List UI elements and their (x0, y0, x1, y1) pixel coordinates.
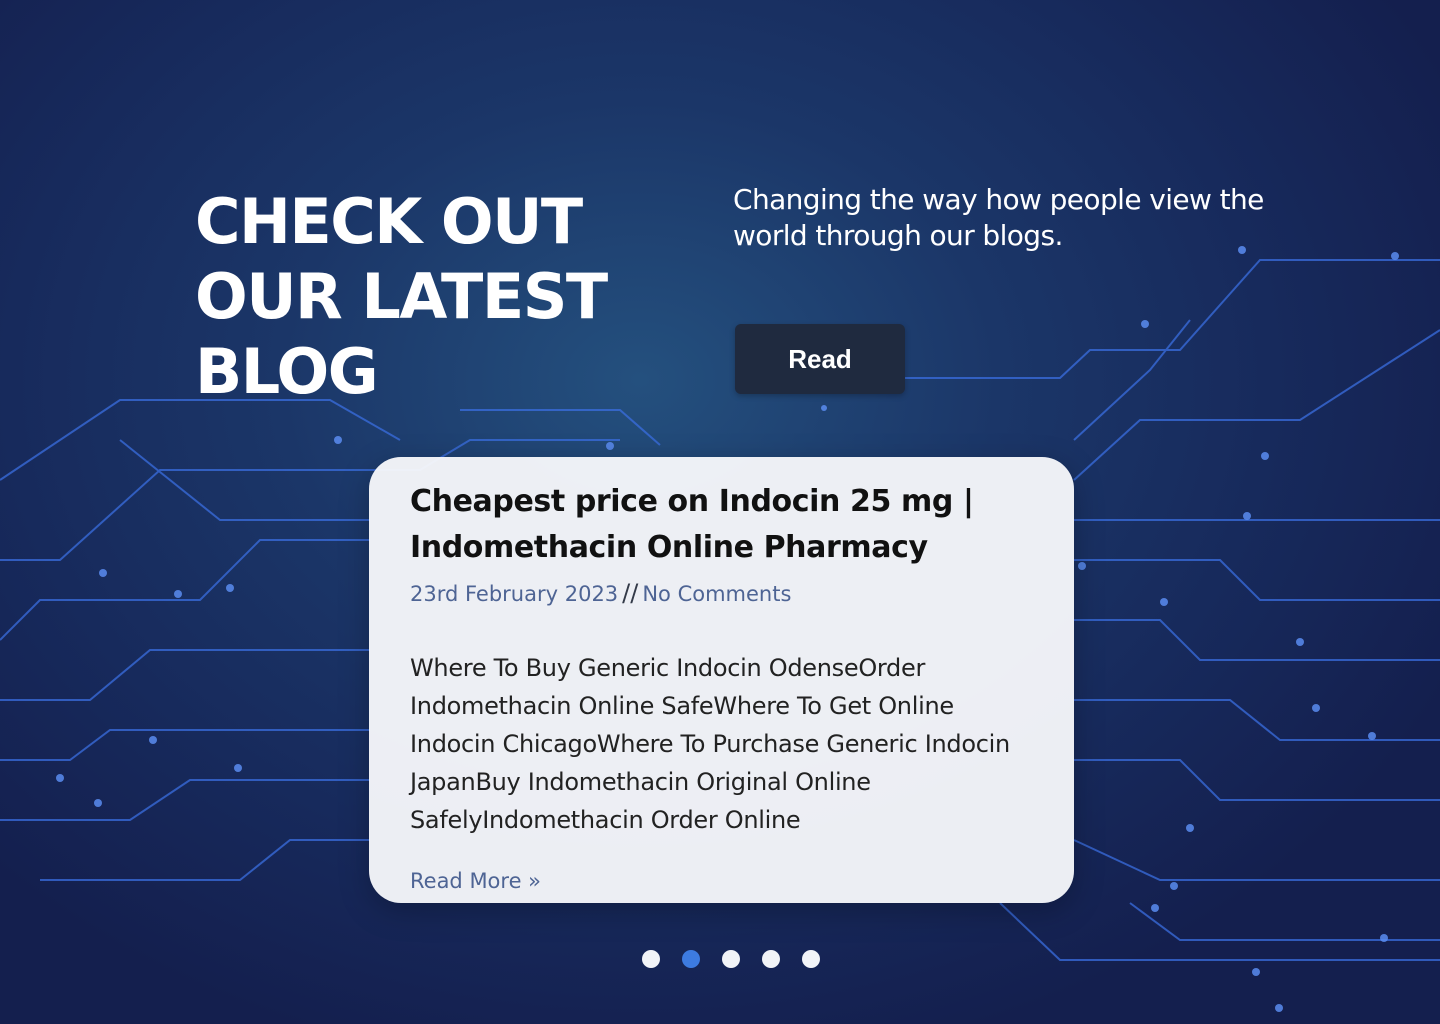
tagline: Changing the way how people view the wor… (733, 183, 1264, 252)
meta-separator: // (622, 579, 639, 607)
carousel-pagination (642, 950, 820, 968)
heading-line-3: BLOG (195, 335, 379, 408)
carousel-dot-3[interactable] (722, 950, 740, 968)
carousel-dot-5[interactable] (802, 950, 820, 968)
blog-post-card: Cheapest price on Indocin 25 mg | Indome… (369, 457, 1074, 903)
heading-line-1: CHECK OUT (195, 185, 583, 258)
post-title[interactable]: Cheapest price on Indocin 25 mg | Indome… (410, 479, 1034, 571)
post-excerpt: Where To Buy Generic Indocin OdenseOrder… (410, 654, 1010, 834)
carousel-dot-4[interactable] (762, 950, 780, 968)
section-heading: CHECK OUT OUR LATEST BLOG (195, 184, 655, 409)
post-meta: 23rd February 2023//No Comments (410, 579, 1034, 607)
carousel-dot-1[interactable] (642, 950, 660, 968)
heading-line-2: OUR LATEST (195, 260, 608, 333)
read-more-link[interactable]: Read More » (410, 869, 541, 893)
read-button[interactable]: Read (735, 324, 905, 394)
post-date: 23rd February 2023 (410, 582, 619, 606)
post-comments-link[interactable]: No Comments (642, 582, 791, 606)
carousel-dot-2[interactable] (682, 950, 700, 968)
